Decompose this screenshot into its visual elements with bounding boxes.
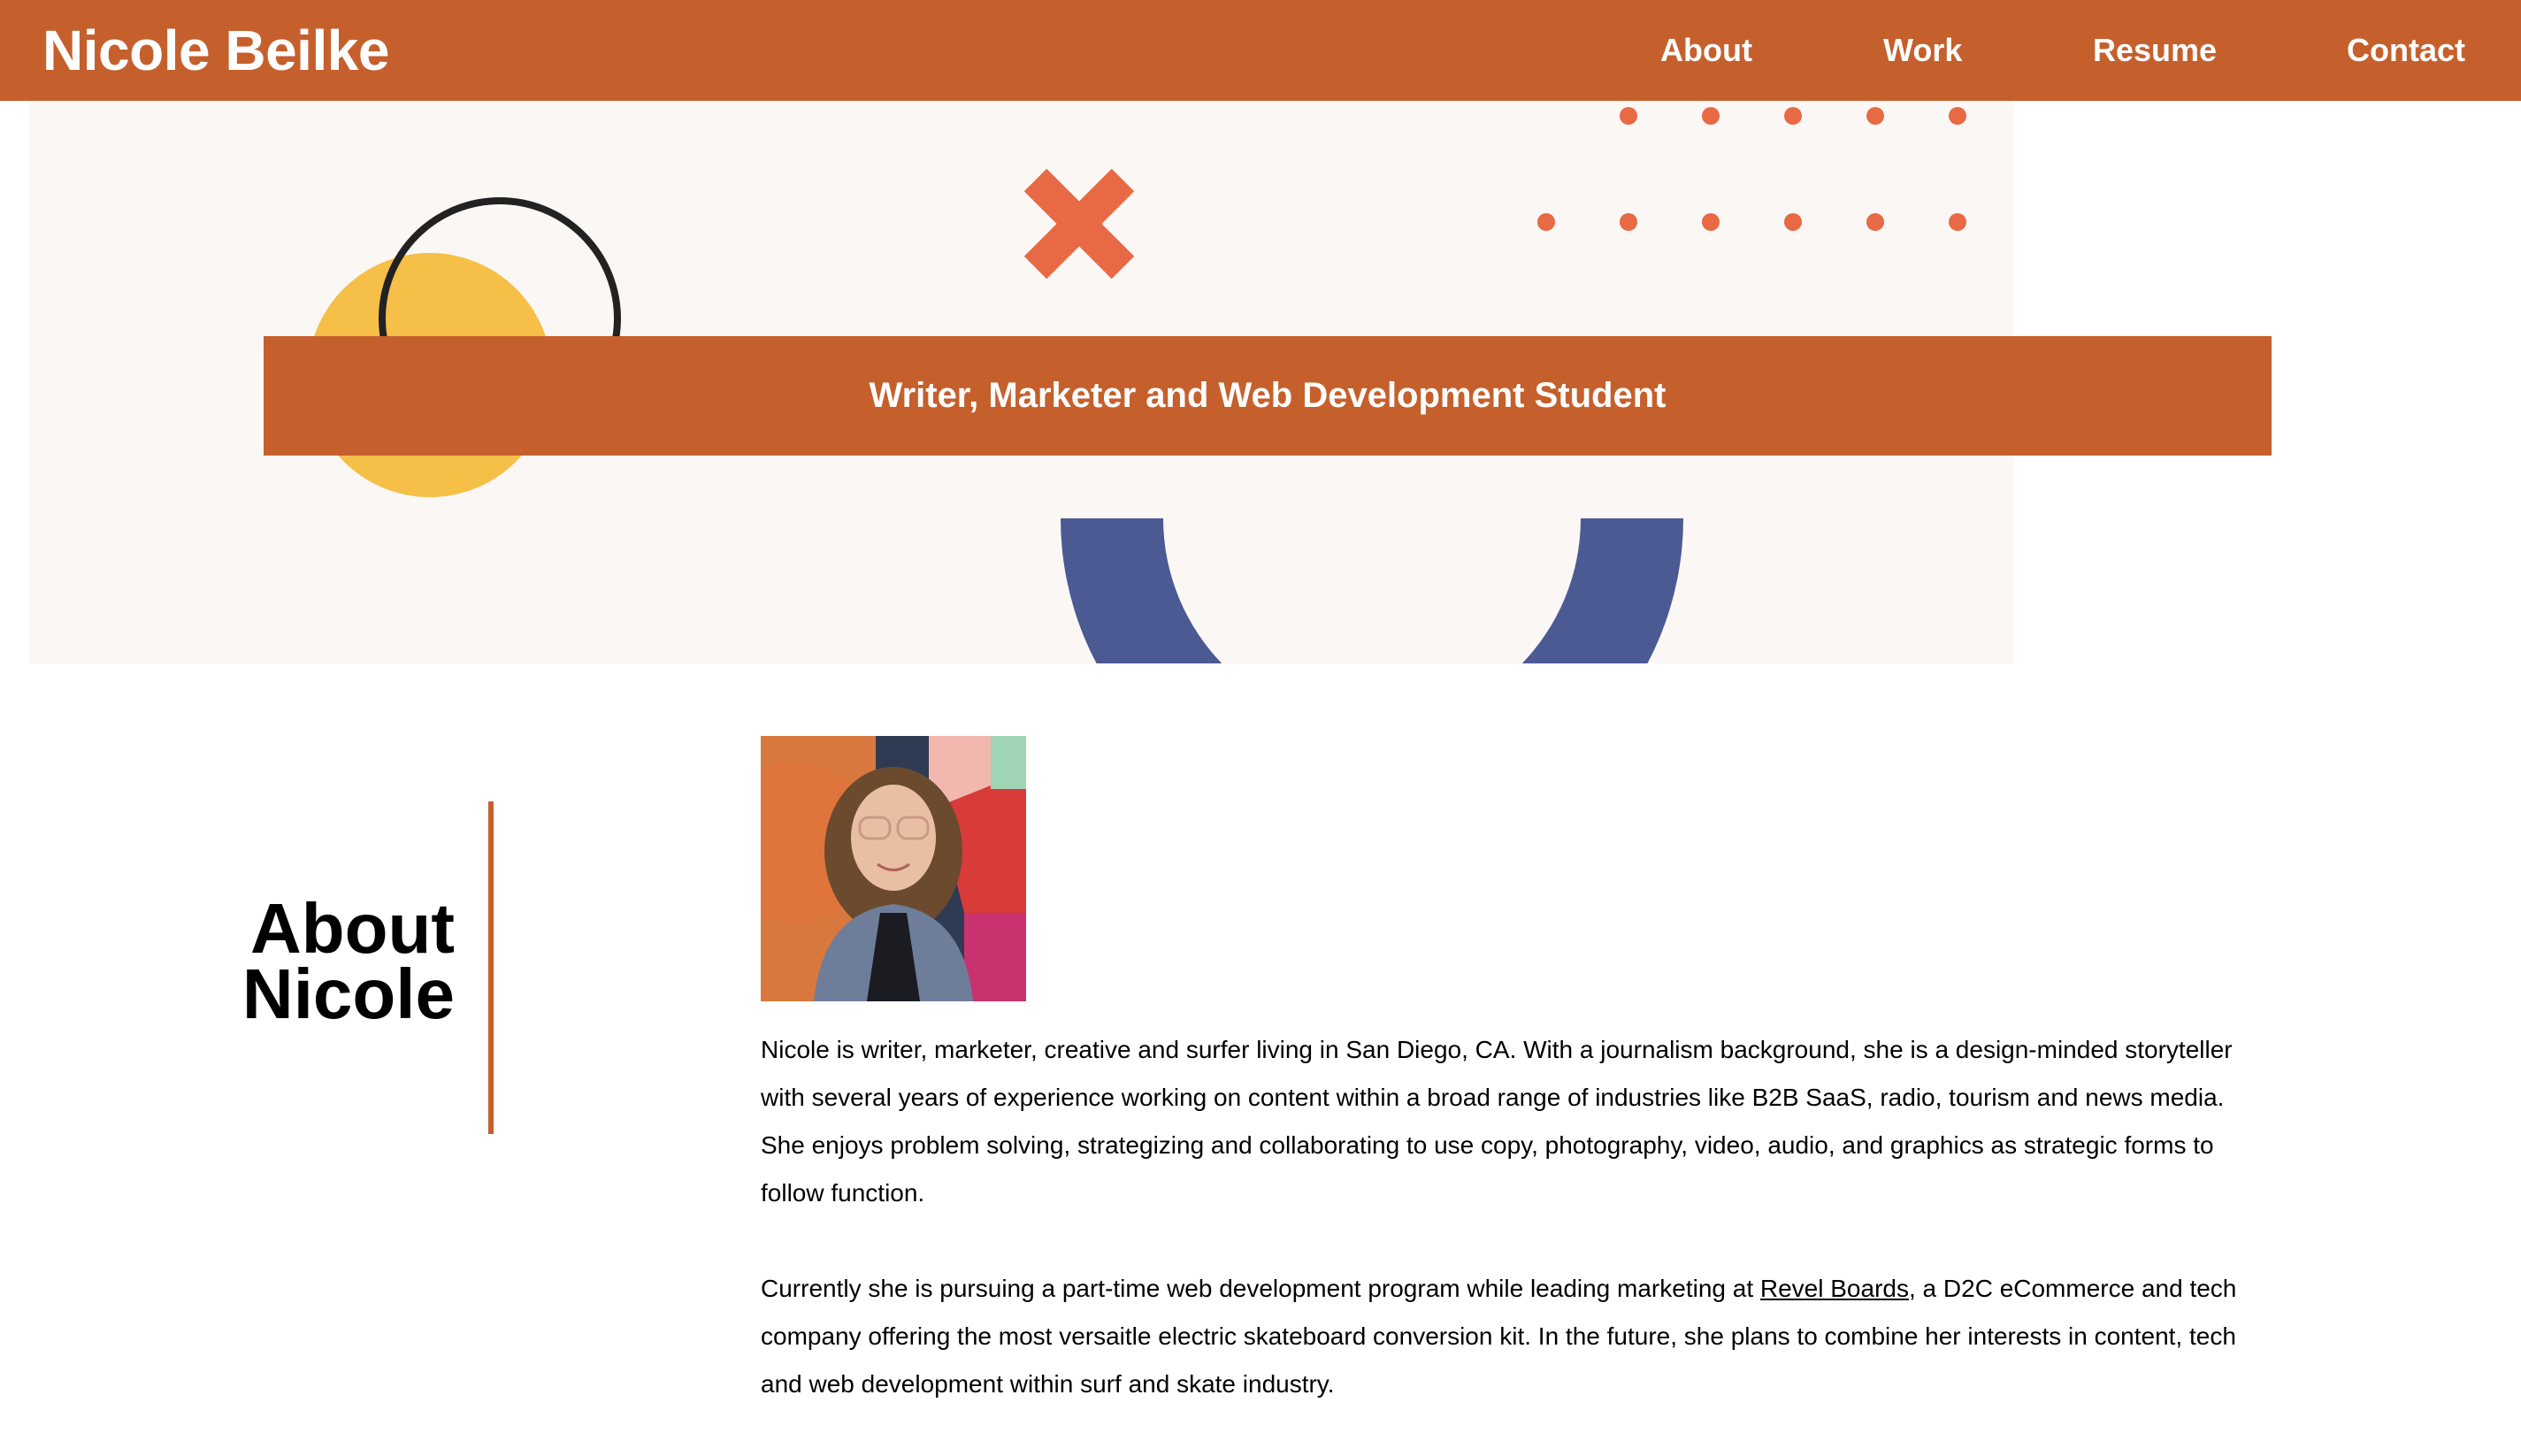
about-divider — [488, 801, 494, 1134]
about-paragraph-2: Currently she is pursuing a part-time we… — [761, 1265, 2264, 1408]
nav-link-work[interactable]: Work — [1883, 32, 1962, 69]
about-paragraph-2-intro: Currently she is pursuing a part-time we… — [761, 1275, 1760, 1302]
orange-x-shape — [1023, 168, 1135, 280]
revel-boards-link[interactable]: Revel Boards — [1760, 1275, 1909, 1302]
about-paragraph-1: Nicole is writer, marketer, creative and… — [761, 1036, 2233, 1207]
site-header: Nicole Beilke About Work Resume Contact — [0, 0, 2521, 101]
about-heading-line2: Nicole — [241, 954, 455, 1033]
nav-link-about[interactable]: About — [1660, 32, 1752, 69]
blue-arc-shape — [1061, 518, 1683, 663]
nav-link-resume[interactable]: Resume — [2093, 32, 2217, 69]
site-logo[interactable]: Nicole Beilke — [42, 18, 389, 83]
about-text: Nicole is writer, marketer, creative and… — [761, 1026, 2264, 1456]
about-heading: About Nicole — [101, 889, 455, 1033]
tagline-banner: Writer, Marketer and Web Development Stu… — [264, 336, 2272, 456]
hero-tagline: Writer, Marketer and Web Development Stu… — [869, 376, 1667, 415]
nav-link-contact[interactable]: Contact — [2347, 32, 2465, 69]
about-heading-line1: About — [249, 889, 455, 968]
dot-grid-shape — [1537, 107, 1966, 231]
profile-photo — [761, 736, 1026, 1001]
